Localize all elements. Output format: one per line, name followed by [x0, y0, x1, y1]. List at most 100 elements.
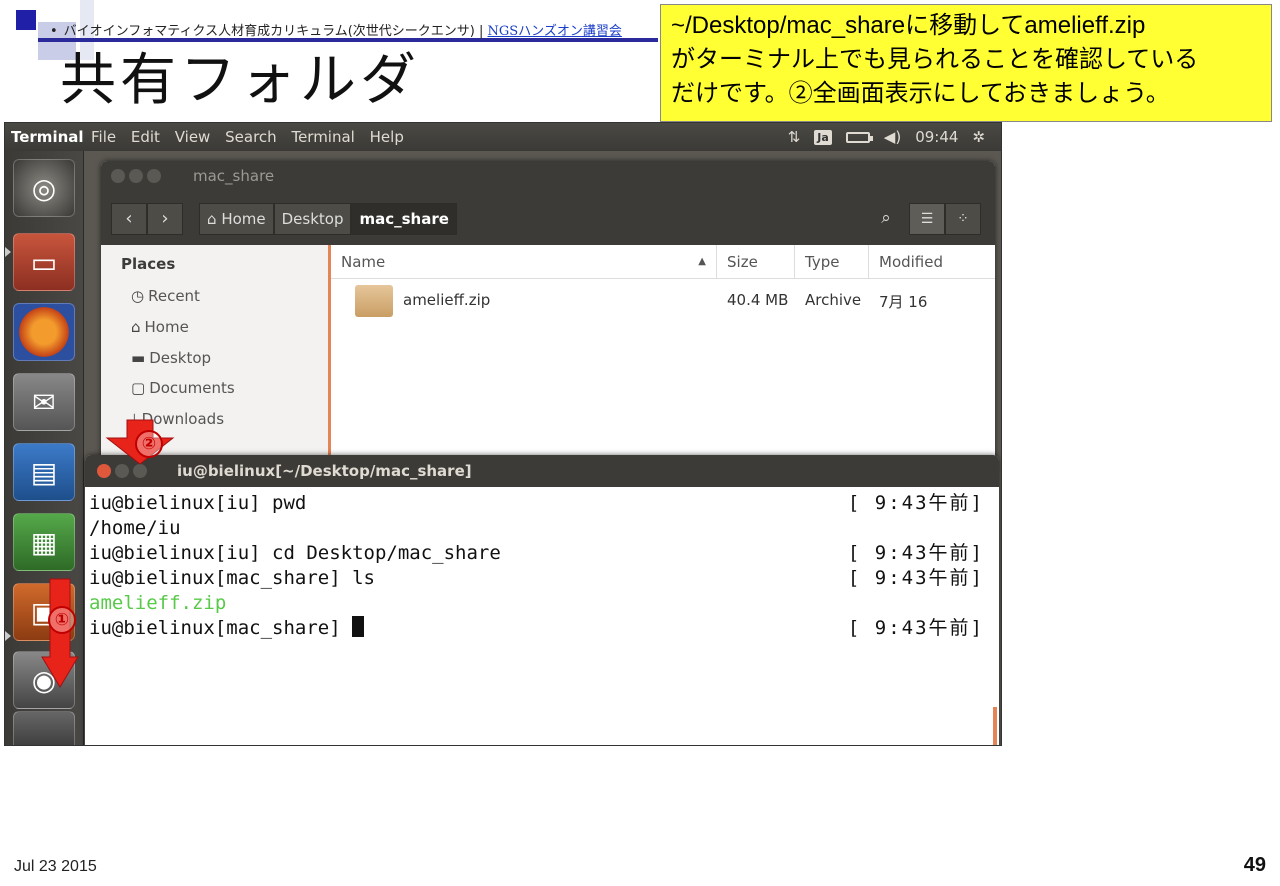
sidebar-item-label: Recent	[148, 287, 200, 305]
menu-items: File Edit View Search Terminal Help	[91, 123, 414, 151]
maximize-icon[interactable]	[147, 169, 161, 183]
slide-header: • バイオインフォマティクス人材育成カリキュラム(次世代シークエンサ) | NGS…	[50, 20, 658, 39]
files-icon[interactable]: ▭	[13, 233, 75, 291]
forward-button[interactable]: ›	[147, 203, 183, 235]
prompt-time: [ 9:43午前]	[847, 617, 984, 639]
file-name[interactable]: amelieff.zip	[403, 291, 490, 309]
column-header-size[interactable]: Size	[717, 245, 795, 279]
nav-buttons: ‹ ›	[111, 203, 183, 235]
app-name: Terminal	[11, 128, 84, 146]
search-icon[interactable]: ⌕	[869, 203, 903, 233]
sidebar-heading: Places	[121, 255, 176, 273]
menu-file[interactable]: File	[91, 128, 116, 146]
file-type: Archive	[805, 291, 862, 309]
top-menubar: Terminal File Edit View Search Terminal …	[5, 123, 1001, 151]
breadcrumb: ⌂ Home Desktop mac_share	[199, 203, 457, 235]
terminal-scrollbar[interactable]	[993, 707, 997, 745]
terminal-line: iu@bielinux[mac_share] [ 9:43午前]	[89, 616, 984, 641]
breadcrumb-home[interactable]: ⌂ Home	[199, 203, 274, 235]
terminal-window[interactable]: iu@bielinux[~/Desktop/mac_share] iu@biel…	[85, 455, 999, 745]
volume-icon[interactable]: ◀)	[884, 123, 901, 151]
firefox-icon[interactable]	[13, 303, 75, 361]
breadcrumb-label: Home	[221, 210, 266, 228]
minimize-icon[interactable]	[115, 464, 129, 478]
dash-icon[interactable]: ◎	[13, 159, 75, 217]
column-header-type[interactable]: Type	[795, 245, 869, 279]
sidebar-item-recent[interactable]: ◷ Recent	[131, 287, 200, 305]
window-buttons	[111, 169, 161, 183]
file-list: Name ▲ Size Type Modified amelieff.zip 40…	[331, 245, 995, 471]
list-view-icon[interactable]: ☰	[909, 203, 945, 235]
terminal-line: /home/iu	[89, 516, 984, 541]
sidebar-item-label: Documents	[149, 379, 235, 397]
input-method-indicator[interactable]: Ja	[814, 129, 832, 145]
archive-icon	[355, 285, 393, 317]
back-button[interactable]: ‹	[111, 203, 147, 235]
menu-edit[interactable]: Edit	[131, 128, 160, 146]
marker-two: ②	[135, 430, 163, 458]
prompt-time: [ 9:43午前]	[847, 542, 984, 564]
command-text: iu@bielinux[iu] pwd	[89, 492, 307, 514]
terminal-line: iu@bielinux[iu] pwd [ 9:43午前]	[89, 491, 984, 516]
command-text: iu@bielinux[mac_share] ls	[89, 567, 375, 589]
prompt-text: iu@bielinux[mac_share]	[89, 617, 353, 639]
gear-icon[interactable]: ✲	[972, 123, 985, 151]
sidebar-item-documents[interactable]: ▢ Documents	[131, 379, 235, 397]
terminal-line: iu@bielinux[iu] cd Desktop/mac_share [ 9:…	[89, 541, 984, 566]
trash-icon[interactable]	[13, 711, 75, 745]
document-icon: ▢	[131, 379, 146, 397]
grid-view-icon[interactable]: ⁘	[945, 203, 981, 235]
prompt-time: [ 9:43午前]	[847, 567, 984, 589]
network-icon[interactable]: ⇅	[788, 123, 801, 151]
sort-arrow-icon: ▲	[698, 256, 706, 267]
window-buttons	[97, 464, 147, 478]
sidebar-item-label: Desktop	[149, 349, 212, 367]
battery-icon[interactable]	[845, 131, 873, 143]
menu-help[interactable]: Help	[370, 128, 404, 146]
running-indicator-icon	[5, 631, 11, 641]
sidebar-item-desktop[interactable]: ▬ Desktop	[131, 349, 211, 367]
clock-icon: ◷	[131, 287, 145, 305]
marker-one: ①	[48, 606, 76, 634]
running-indicator-icon	[5, 247, 11, 257]
mail-icon[interactable]: ✉	[13, 373, 75, 431]
sidebar-item-home[interactable]: ⌂ Home	[131, 318, 189, 336]
view-buttons: ☰ ⁘	[909, 203, 981, 235]
close-icon[interactable]	[111, 169, 125, 183]
column-header-name[interactable]: Name ▲	[331, 245, 717, 279]
clock[interactable]: 09:44	[915, 123, 958, 151]
terminal-title: iu@bielinux[~/Desktop/mac_share]	[177, 462, 472, 480]
menu-terminal[interactable]: Terminal	[291, 128, 354, 146]
bullet-icon: •	[50, 24, 58, 39]
output-text: amelieff.zip	[89, 592, 227, 614]
breadcrumb-mac-share[interactable]: mac_share	[351, 203, 457, 235]
file-manager-toolbar: ‹ › ⌂ Home Desktop mac_share ⌕ ☰ ⁘	[101, 191, 995, 245]
maximize-icon[interactable]	[133, 464, 147, 478]
sidebar-item-label: Home	[144, 318, 189, 336]
file-manager-window: mac_share ‹ › ⌂ Home Desktop mac_share ⌕…	[101, 161, 995, 471]
page-number: 49	[1243, 854, 1266, 876]
header-text: バイオインフォマティクス人材育成カリキュラム(次世代シークエンサ) |	[63, 24, 488, 39]
menu-search[interactable]: Search	[225, 128, 277, 146]
footer-date: Jul 23 2015	[14, 858, 97, 875]
folder-icon: ▬	[131, 349, 146, 367]
indicator-area: ⇅ Ja ◀) 09:44 ✲	[788, 123, 985, 151]
close-icon[interactable]	[97, 464, 111, 478]
writer-icon[interactable]: ▤	[13, 443, 75, 501]
output-text: /home/iu	[89, 517, 181, 539]
home-icon: ⌂	[207, 210, 217, 228]
command-text: iu@bielinux[iu] cd Desktop/mac_share	[89, 542, 501, 564]
calc-icon[interactable]: ▦	[13, 513, 75, 571]
file-size: 40.4 MB	[727, 291, 789, 309]
callout-note: ~/Desktop/mac_shareに移動してamelieff.zip がター…	[660, 4, 1272, 122]
file-manager-title: mac_share	[193, 167, 275, 185]
breadcrumb-desktop[interactable]: Desktop	[273, 203, 352, 235]
header-link[interactable]: NGSハンズオン講習会	[488, 24, 622, 39]
terminal-cursor	[352, 616, 365, 637]
column-header-modified[interactable]: Modified	[869, 245, 995, 279]
terminal-line: iu@bielinux[mac_share] ls [ 9:43午前]	[89, 566, 984, 591]
terminal-line: amelieff.zip	[89, 591, 984, 616]
minimize-icon[interactable]	[129, 169, 143, 183]
terminal-output[interactable]: iu@bielinux[iu] pwd [ 9:43午前] /home/iu iu…	[89, 491, 984, 641]
menu-view[interactable]: View	[175, 128, 211, 146]
